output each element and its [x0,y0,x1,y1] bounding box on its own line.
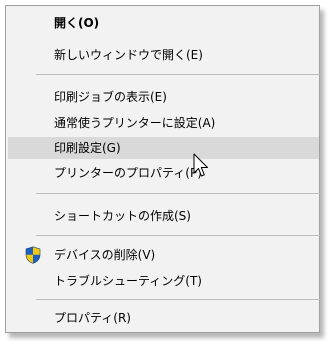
menu-item-label: デバイスの削除(V) [54,248,156,262]
menu-item-label: プリンターのプロパティ(P) [54,166,202,180]
menu-item-label: 通常使うプリンターに設定(A) [54,116,216,130]
menu-separator [36,193,320,194]
menu-item-create-shortcut[interactable]: ショートカットの作成(S) [8,205,319,227]
uac-shield-icon [25,246,41,264]
menu-item-label: 開く(O) [54,16,100,30]
menu-item-set-default-printer[interactable]: 通常使うプリンターに設定(A) [8,112,319,134]
menu-item-label: プロパティ(R) [54,311,131,325]
menu-item-label: ショートカットの作成(S) [54,209,191,223]
menu-item-open-new-window[interactable]: 新しいウィンドウで開く(E) [8,44,319,66]
menu-item-open[interactable]: 開く(O) [8,12,319,34]
menu-item-troubleshoot[interactable]: トラブルシューティング(T) [8,270,319,292]
menu-item-label: 印刷ジョブの表示(E) [54,90,167,104]
menu-item-label: トラブルシューティング(T) [54,274,202,288]
menu-item-label: 新しいウィンドウで開く(E) [54,48,203,62]
context-menu: 開く(O) 新しいウィンドウで開く(E) 印刷ジョブの表示(E) 通常使うプリン… [5,5,320,333]
menu-item-label: 印刷設定(G) [54,141,121,155]
menu-separator [36,74,320,75]
menu-item-printer-properties[interactable]: プリンターのプロパティ(P) [8,162,319,184]
menu-item-view-print-jobs[interactable]: 印刷ジョブの表示(E) [8,86,319,108]
menu-item-print-settings[interactable]: 印刷設定(G) [8,137,319,159]
menu-item-remove-device[interactable]: デバイスの削除(V) [8,244,319,266]
menu-item-properties[interactable]: プロパティ(R) [8,307,319,329]
menu-separator [36,235,320,236]
arrow-cursor-icon [193,153,208,177]
menu-separator [36,299,320,300]
